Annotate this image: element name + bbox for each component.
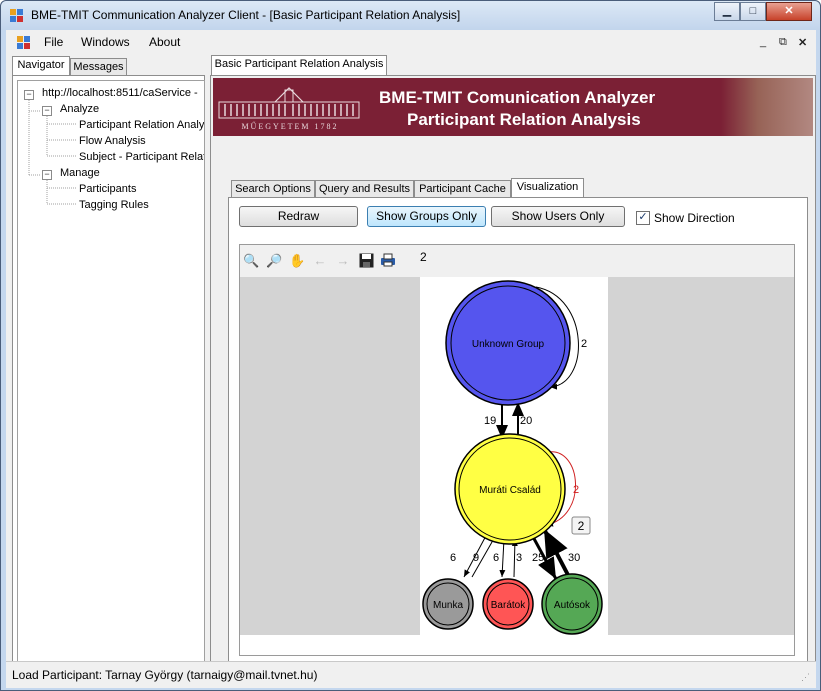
tab-navigator-label: Navigator [17,59,65,71]
pan-hand-icon[interactable]: ✋ [289,253,305,269]
tab-participant-cache[interactable]: Participant Cache [414,180,511,198]
zoom-out-icon[interactable]: 🔎 [266,253,282,269]
tab-search-options-label: Search Options [235,183,311,195]
tab-document-label: Basic Participant Relation Analysis [214,58,384,70]
forward-arrow-icon[interactable]: → [335,253,351,269]
minimize-button[interactable]: ▁ [714,2,740,21]
graph-node-murati-csalad[interactable]: Muráti Család [454,433,566,545]
tab-visualization[interactable]: Visualization [511,178,584,198]
tab-messages-label: Messages [73,61,124,73]
graph-bottom-bar [240,635,794,655]
logo-caption: MŰEGYETEM 1782 [241,121,338,131]
edge-label: 2 [581,338,587,350]
graph-node-autosok[interactable]: Autósok [541,573,603,635]
edge-label: 9 [473,552,479,564]
save-icon[interactable] [358,253,374,269]
app-icon [10,9,23,22]
application-window: BME-TMIT Communication Analyzer Client -… [0,0,821,691]
tree-lines [28,100,76,205]
tab-visualization-label: Visualization [516,181,579,193]
graph-node-munka[interactable]: Munka [422,578,474,630]
document-panel: MŰEGYETEM 1782 BME-TMIT Comunication Ana… [210,75,816,683]
show-direction-checkbox[interactable]: ✓ [636,211,650,225]
status-bar: Load Participant: Tarnay György (tarnaig… [6,661,816,688]
resize-grip-icon[interactable]: ⋰ [801,672,810,683]
tab-participant-cache-label: Participant Cache [419,183,506,195]
navigator-tree[interactable]: − http://localhost:8511/caService - − An… [17,80,205,664]
graph-counter: 2 [420,250,427,264]
edge-label: 6 [450,552,456,564]
tab-search-options[interactable]: Search Options [231,180,315,198]
navigator-panel: − http://localhost:8511/caService - − An… [12,75,205,683]
menu-about[interactable]: About [149,35,180,49]
close-button[interactable]: ✕ [766,2,812,21]
menu-windows[interactable]: Windows [81,35,130,49]
university-logo: MŰEGYETEM 1782 [218,87,360,131]
graph-node-baratok[interactable]: Barátok [482,578,534,630]
mdi-restore-icon[interactable]: ⧉ [779,36,787,49]
edge-label: 30 [568,552,580,564]
graph-node-label: Munka [433,600,463,611]
redraw-button-label: Redraw [277,209,320,223]
client-area: File Windows About _ ⧉ ✕ Navigator Messa… [6,30,816,687]
maximize-button[interactable]: □ [740,2,766,21]
tab-document[interactable]: Basic Participant Relation Analysis [211,55,387,75]
title-bar[interactable]: BME-TMIT Communication Analyzer Client -… [1,1,820,30]
graph-node-label: Autósok [554,600,591,611]
graph-node-label: Barátok [491,600,526,611]
graph-viewer[interactable]: 🔍 🔎 ✋ ← → 2 Unknown Group Muráti Család … [239,244,795,656]
back-arrow-icon[interactable]: ← [312,253,328,269]
show-direction-label: Show Direction [654,211,735,225]
edge-label: 3 [516,552,522,564]
edge-label: 2 [573,484,579,496]
mdi-minimize-icon[interactable]: _ [760,36,766,48]
show-users-only-label: Show Users Only [511,209,605,223]
visualization-page: Redraw Show Groups Only Show Users Only … [228,197,808,671]
show-groups-only-label: Show Groups Only [376,209,477,223]
show-users-only-button[interactable]: Show Users Only [491,206,625,227]
status-text: Load Participant: Tarnay György (tarnaig… [12,668,318,682]
mdi-close-icon[interactable]: ✕ [798,36,807,49]
banner-photo [721,78,813,136]
redraw-button[interactable]: Redraw [239,206,358,227]
print-icon[interactable] [380,253,396,269]
edge-label: 25 [532,552,544,564]
tab-navigator[interactable]: Navigator [12,56,70,76]
window-title: BME-TMIT Communication Analyzer Client -… [31,8,461,22]
edge-label: 19 [484,415,496,427]
graph-node-label: Muráti Család [479,485,541,496]
tooltip-text: 2 [578,519,585,533]
banner-subtitle: Participant Relation Analysis [407,110,641,129]
menu-bar: File Windows About _ ⧉ ✕ [6,30,816,54]
edge-tooltip: 2 [571,516,591,535]
tab-query-results[interactable]: Query and Results [315,180,414,198]
graph-canvas[interactable]: Unknown Group Muráti Család Munka Baráto… [420,277,608,635]
menu-file[interactable]: File [44,35,63,49]
banner-title: BME-TMIT Comunication Analyzer [379,88,656,107]
edge-label: 20 [520,415,532,427]
mdi-child-icon[interactable] [17,36,30,49]
graph-node-unknown-group[interactable]: Unknown Group [445,280,571,406]
show-groups-only-button[interactable]: Show Groups Only [367,206,486,227]
graph-node-label: Unknown Group [472,339,545,350]
tab-messages[interactable]: Messages [70,58,127,76]
header-banner: MŰEGYETEM 1782 BME-TMIT Comunication Ana… [213,78,813,136]
tab-query-results-label: Query and Results [318,183,411,195]
edge-label: 6 [493,552,499,564]
zoom-in-icon[interactable]: 🔍 [243,253,259,269]
